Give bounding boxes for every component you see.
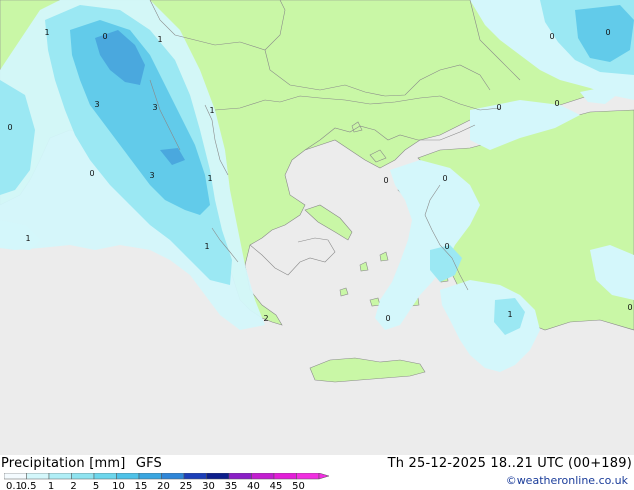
- precip-value-label: 1: [25, 234, 30, 243]
- colorbar-tick-label: 35: [225, 481, 238, 490]
- colorbar-tick-label: 15: [135, 481, 148, 490]
- colorbar-segment: [251, 473, 275, 480]
- colorbar-tick-label: 40: [247, 481, 260, 490]
- colorbar-segment: [206, 473, 230, 480]
- colorbar-tick-label: 10: [112, 481, 125, 490]
- colorbar: 0.10.5 1 2 5 10 15 20 25 30 35 40 45 50: [4, 473, 330, 490]
- colorbar-tick-label: 50: [292, 481, 305, 490]
- colorbar-tick-label: 2: [70, 481, 76, 490]
- precip-value-label: 1: [207, 174, 212, 183]
- colorbar-segment: [296, 473, 320, 480]
- legend-title: Precipitation [mm] GFS: [1, 456, 162, 471]
- precip-value-label: 0: [442, 174, 447, 183]
- precip-value-label: 0: [554, 99, 559, 108]
- precip-value-label: 3: [149, 171, 154, 180]
- precip-value-label: 0: [627, 303, 632, 312]
- colorbar-segment: [273, 473, 297, 480]
- colorbar-tick-label: 0.1: [6, 481, 22, 490]
- precip-value-label: 0: [549, 32, 554, 41]
- colorbar-tick-label: 20: [157, 481, 170, 490]
- precip-value-label: 0: [385, 314, 390, 323]
- colorbar-tick-label: 30: [202, 481, 215, 490]
- colorbar-tick-label: 25: [180, 481, 193, 490]
- colorbar-tick-label: 45: [270, 481, 283, 490]
- precip-value-label: 1: [157, 35, 162, 44]
- colorbar-segment: [228, 473, 252, 480]
- colorbar-segment: [48, 473, 72, 480]
- precip-value-label: 0: [7, 123, 12, 132]
- colorbar-segment: [26, 473, 50, 480]
- precip-value-label: 1: [209, 106, 214, 115]
- colorbar-tick-label: 0.5: [21, 481, 37, 490]
- forecast-datetime: Th 25-12-2025 18..21 UTC (00+189): [387, 456, 632, 471]
- colorbar-segment: [138, 473, 162, 480]
- map-canvas: 1 0 1 3 3 1 0 3 1 1 1 0 0 0 0 0 0 1 0 2 0 0 0: [0, 0, 634, 455]
- legend-model: GFS: [135, 456, 162, 471]
- precipitation-map[interactable]: 1 0 1 3 3 1 0 3 1 1 1 0 0 0 0 0 0 1 0 2 0 0 0: [0, 0, 634, 455]
- colorbar-segment: [183, 473, 207, 480]
- colorbar-tick-label: 5: [93, 481, 99, 490]
- precip-value-label: 1: [204, 242, 209, 251]
- precip-value-label: 0: [102, 32, 107, 41]
- precip-value-label: 0: [383, 176, 388, 185]
- colorbar-tick-label: 1: [48, 481, 54, 490]
- colorbar-segment: [93, 473, 117, 480]
- legend-title-text: Precipitation [mm]: [1, 456, 126, 471]
- precip-value-label: 2: [263, 314, 268, 323]
- precip-value-label: 0: [444, 242, 449, 251]
- precip-value-label: 1: [507, 310, 512, 319]
- precip-value-label: 0: [496, 103, 501, 112]
- precip-value-label: 1: [44, 28, 49, 37]
- legend-bar: Precipitation [mm] GFS Th 25-12-2025 18.…: [0, 455, 634, 490]
- colorbar-arrow: [318, 473, 330, 480]
- colorbar-segment: [71, 473, 95, 480]
- credit-link[interactable]: ©weatheronline.co.uk: [506, 474, 628, 487]
- colorbar-segment: [161, 473, 185, 480]
- colorbar-segment: [116, 473, 140, 480]
- colorbar-segment: [4, 473, 27, 480]
- precip-value-label: 3: [94, 100, 99, 109]
- precip-value-label: 0: [605, 28, 610, 37]
- precip-value-label: 3: [152, 103, 157, 112]
- precip-value-label: 0: [89, 169, 94, 178]
